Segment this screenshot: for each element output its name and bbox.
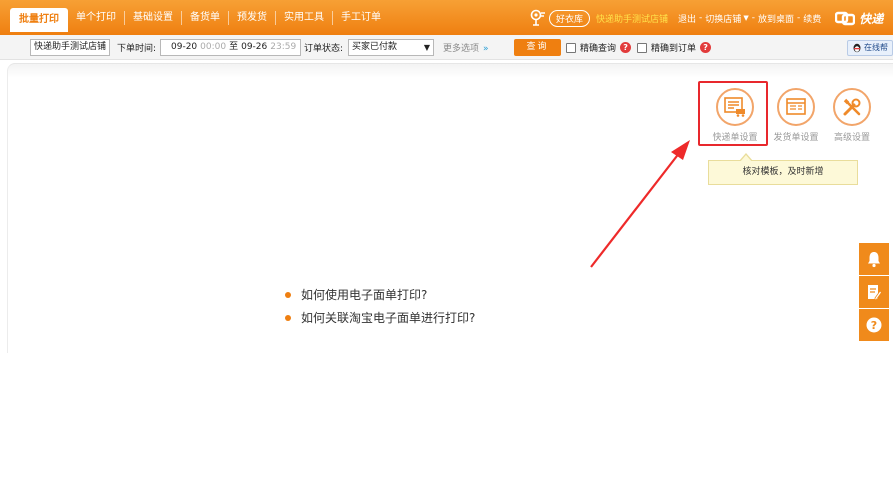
svg-text:?: ?: [871, 319, 877, 332]
bullet-icon: [285, 314, 291, 321]
notification-button[interactable]: [859, 243, 889, 275]
edit-note-icon: [868, 285, 882, 301]
side-toolbar: ?: [859, 243, 889, 342]
list-item[interactable]: 如何关联淘宝电子面单进行打印?: [285, 306, 475, 329]
feedback-button[interactable]: [859, 276, 889, 308]
help-link-taobao[interactable]: 如何关联淘宝电子面单进行打印?: [301, 309, 475, 326]
question-icon: ?: [866, 317, 882, 333]
help-links: 如何使用电子面单打印? 如何关联淘宝电子面单进行打印?: [285, 283, 475, 329]
help-link-ewaybill[interactable]: 如何使用电子面单打印?: [301, 286, 427, 303]
annotation-arrow: [590, 140, 690, 268]
list-item[interactable]: 如何使用电子面单打印?: [285, 283, 475, 306]
bullet-icon: [285, 291, 291, 298]
bell-icon: [868, 252, 880, 268]
help-button[interactable]: ?: [859, 309, 889, 341]
app-window: 批量打印 单个打印 基础设置 备货单 预发货 实用工具 手工订单 好衣库 快递助…: [0, 0, 893, 484]
